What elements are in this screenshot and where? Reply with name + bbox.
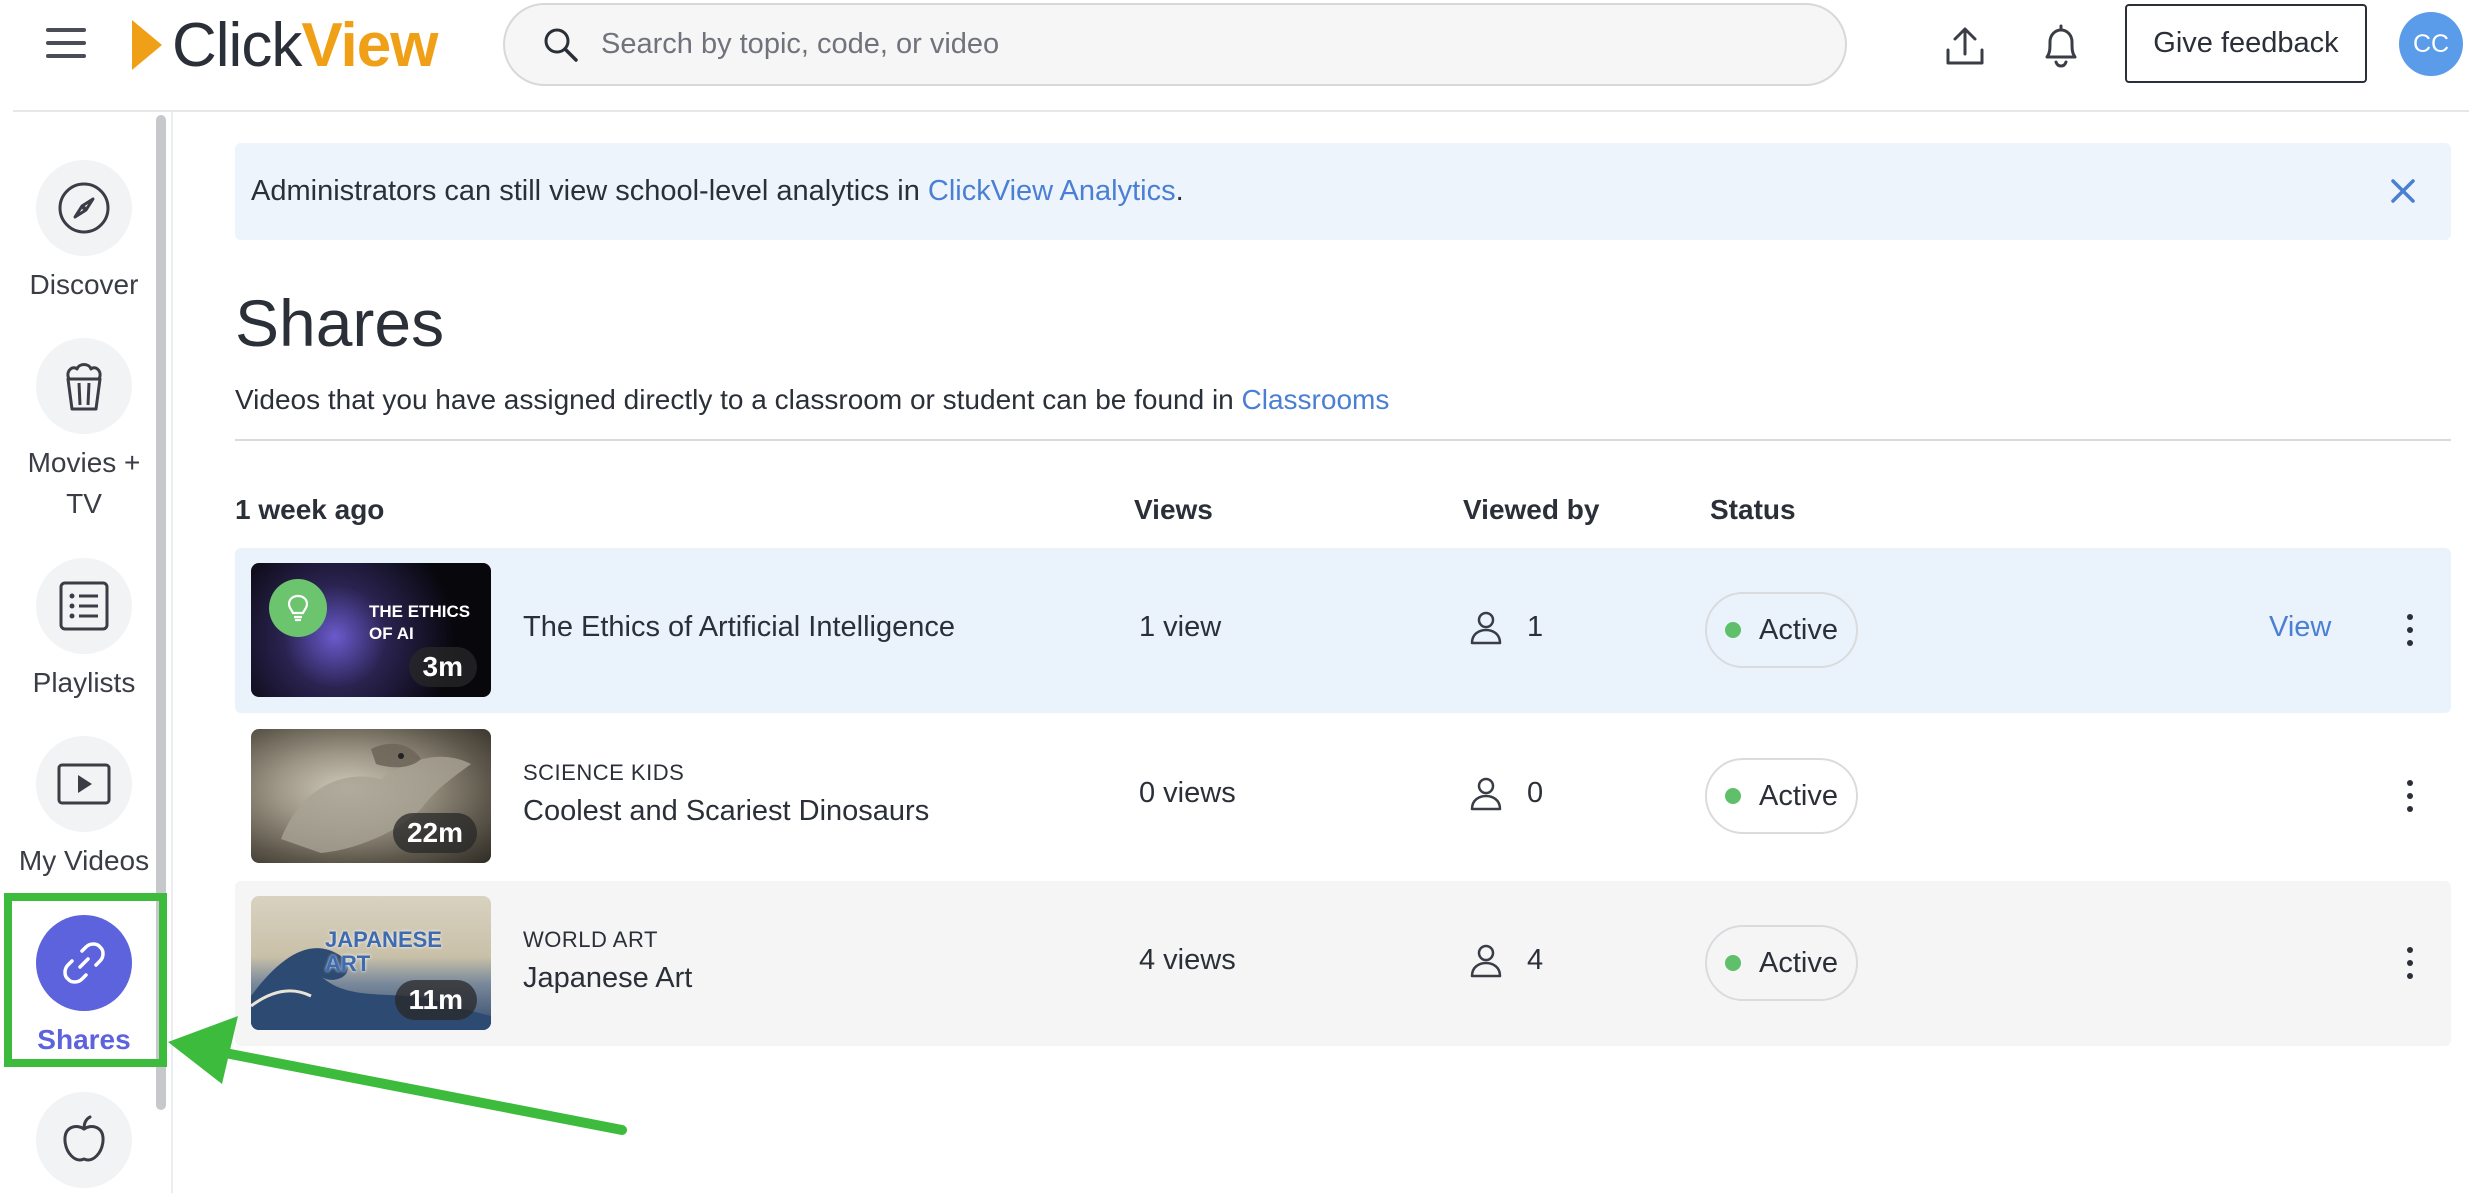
play-icon <box>36 736 132 832</box>
thumbnail-caption: JAPANESE ART <box>325 927 442 976</box>
sidebar-item-apple[interactable] <box>0 1092 168 1188</box>
sidebar-item-discover[interactable]: Discover <box>0 160 168 305</box>
more-options-icon[interactable] <box>2395 941 2425 985</box>
page-title: Shares <box>235 286 445 360</box>
banner-suffix: . <box>1175 175 1184 207</box>
table-row[interactable]: THE ETHICS OF AI 3m The Ethics of Artifi… <box>235 548 2451 713</box>
status-dot-icon <box>1725 955 1741 971</box>
status-label: Active <box>1759 613 1838 646</box>
lightbulb-icon <box>269 579 327 637</box>
top-header: ClickView Give feedback CC <box>0 0 2469 110</box>
views-count: 4 views <box>1139 944 1236 976</box>
sidebar-item-label: Playlists <box>32 667 136 698</box>
sidebar-item-label: Shares <box>37 1024 131 1055</box>
sidebar-item-my-videos[interactable]: My Videos <box>0 736 168 881</box>
status-badge[interactable]: Active <box>1705 758 1858 834</box>
logo-text-click: Click <box>172 10 302 80</box>
compass-icon <box>36 160 132 256</box>
sidebar-item-label: Movies + TV <box>27 447 141 519</box>
status-badge[interactable]: Active <box>1705 925 1858 1001</box>
video-thumbnail[interactable]: JAPANESE ART 11m <box>251 896 491 1030</box>
status-label: Active <box>1759 946 1838 979</box>
video-thumbnail[interactable]: THE ETHICS OF AI 3m <box>251 563 491 697</box>
apple-icon <box>36 1092 132 1188</box>
series-label: SCIENCE KIDS <box>523 760 685 785</box>
clickview-logo[interactable]: Click View <box>132 10 439 80</box>
sidebar-scrollbar[interactable] <box>156 115 166 1110</box>
close-icon[interactable] <box>2381 169 2425 213</box>
page-subtitle: Videos that you have assigned directly t… <box>235 384 1389 416</box>
table-row[interactable]: JAPANESE ART 11m WORLD ART Japanese Art … <box>235 881 2451 1046</box>
classrooms-link[interactable]: Classrooms <box>1242 384 1390 415</box>
viewed-by-cell: 1 <box>1467 608 1543 646</box>
user-icon <box>1470 944 1502 978</box>
sidebar-item-label: Discover <box>29 269 139 300</box>
viewed-by-count: 4 <box>1527 943 1544 976</box>
sidebar-item-label: My Videos <box>18 845 150 876</box>
duration-badge: 3m <box>408 647 477 687</box>
series-label: WORLD ART <box>523 927 658 952</box>
viewed-by-count: 1 <box>1527 610 1544 643</box>
views-count: 1 view <box>1139 611 1222 643</box>
status-dot-icon <box>1725 788 1741 804</box>
user-icon <box>1470 777 1502 811</box>
logo-text-view: View <box>301 10 438 80</box>
viewed-by-cell: 0 <box>1467 774 1543 812</box>
group-header: 1 week ago <box>235 494 385 525</box>
duration-badge: 22m <box>392 813 477 853</box>
video-thumbnail[interactable]: 22m <box>251 729 491 863</box>
banner-text: Administrators can still view school-lev… <box>251 175 1184 208</box>
logo-play-icon <box>132 20 162 70</box>
popcorn-icon <box>36 338 132 434</box>
give-feedback-button[interactable]: Give feedback <box>2125 4 2367 83</box>
viewed-by-cell: 4 <box>1467 941 1543 979</box>
table-row[interactable]: 22m SCIENCE KIDS Coolest and Scariest Di… <box>235 714 2451 879</box>
bell-icon[interactable] <box>2033 18 2089 74</box>
status-dot-icon <box>1725 622 1741 638</box>
viewed-by-column-header: Viewed by <box>1463 494 1600 525</box>
status-badge[interactable]: Active <box>1705 592 1858 668</box>
user-icon <box>1470 611 1502 645</box>
search-input[interactable] <box>601 28 1801 61</box>
sidebar-item-movies-tv[interactable]: Movies + TV <box>0 338 168 524</box>
video-title[interactable]: Japanese Art <box>523 962 692 995</box>
more-options-icon[interactable] <box>2395 608 2425 652</box>
avatar[interactable]: CC <box>2399 12 2463 76</box>
video-title[interactable]: The Ethics of Artificial Intelligence <box>523 611 955 644</box>
viewed-by-count: 0 <box>1527 776 1544 809</box>
search-bar[interactable] <box>503 3 1847 86</box>
sidebar-item-playlists[interactable]: Playlists <box>0 558 168 703</box>
header-divider <box>13 110 2469 112</box>
list-icon <box>36 558 132 654</box>
clickview-analytics-link[interactable]: ClickView Analytics <box>928 175 1176 207</box>
thumbnail-caption: THE ETHICS OF AI <box>369 602 471 643</box>
video-title[interactable]: Coolest and Scariest Dinosaurs <box>523 795 929 828</box>
sidebar-divider <box>171 112 173 1193</box>
sidebar: Discover Movies + TV Playlists My Videos… <box>0 112 172 1193</box>
menu-icon[interactable] <box>46 24 90 62</box>
views-column-header: Views <box>1134 494 1213 525</box>
link-icon <box>36 915 132 1011</box>
view-link[interactable]: View <box>2269 611 2331 644</box>
duration-badge: 11m <box>394 980 477 1020</box>
status-column-header: Status <box>1710 494 1796 525</box>
upload-icon[interactable] <box>1937 18 1993 74</box>
banner-message: Administrators can still view school-lev… <box>251 175 928 207</box>
subtitle-text: Videos that you have assigned directly t… <box>235 384 1242 415</box>
more-options-icon[interactable] <box>2395 774 2425 818</box>
search-icon <box>544 28 578 62</box>
info-banner: Administrators can still view school-lev… <box>235 143 2451 240</box>
title-divider <box>235 439 2451 441</box>
sidebar-item-shares[interactable]: Shares <box>0 915 168 1060</box>
views-count: 0 views <box>1139 777 1236 809</box>
status-label: Active <box>1759 779 1838 812</box>
